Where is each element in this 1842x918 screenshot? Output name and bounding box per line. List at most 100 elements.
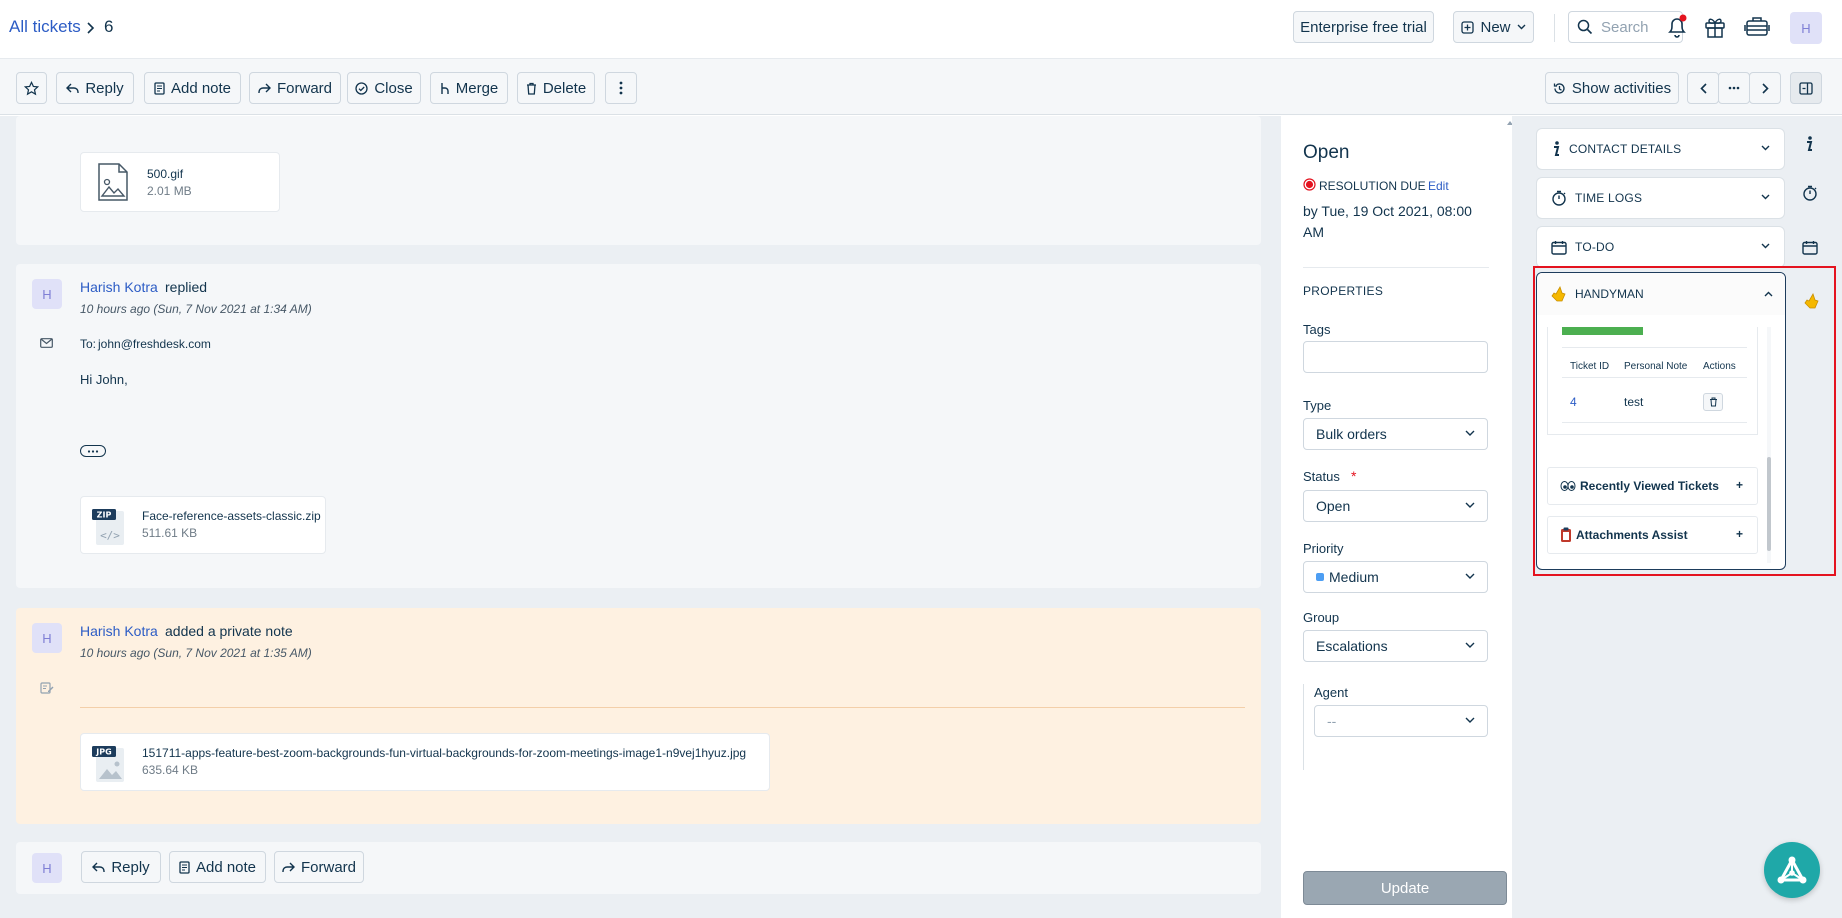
email-icon: [40, 338, 53, 348]
bottom-add-note-button[interactable]: Add note: [169, 851, 266, 883]
apps-marketplace-icon[interactable]: [1744, 15, 1770, 39]
author-name[interactable]: Harish Kotra: [80, 623, 158, 639]
message-action: added a private note: [165, 623, 293, 639]
new-button[interactable]: New: [1453, 11, 1534, 43]
chevron-down-icon: [1465, 717, 1475, 723]
trash-icon: [526, 82, 536, 95]
svg-text:</>: </>: [100, 529, 120, 542]
type-select[interactable]: Bulk orders: [1303, 418, 1488, 450]
breadcrumb-all-tickets[interactable]: All tickets: [9, 17, 81, 37]
overdue-indicator-icon: [1303, 178, 1316, 191]
calendar-icon: [1551, 240, 1567, 255]
delete-button[interactable]: Delete: [517, 72, 595, 104]
info-icon[interactable]: [1804, 136, 1814, 152]
chevron-down-icon: [1761, 145, 1770, 151]
status-select[interactable]: Open: [1303, 490, 1488, 522]
attachments-assist-app[interactable]: Attachments Assist +: [1547, 516, 1758, 554]
row-ticket-id[interactable]: 4: [1570, 395, 1577, 409]
star-button[interactable]: [16, 72, 47, 104]
freddy-assist-button[interactable]: [1764, 842, 1820, 898]
group-label: Group: [1303, 610, 1340, 625]
hand-pointer-icon[interactable]: [1802, 292, 1820, 310]
reply-action-bar: H Reply Add note Forward: [16, 842, 1261, 894]
chevron-right-icon: [87, 22, 95, 34]
more-actions-button[interactable]: [605, 72, 637, 104]
previous-message-card: 500.gif 2.01 MB: [16, 116, 1261, 245]
author-avatar: H: [32, 279, 62, 309]
handyman-green-bar: [1562, 327, 1643, 335]
network-nodes-icon: [1777, 856, 1807, 884]
search-icon: [1577, 19, 1593, 35]
delete-row-button[interactable]: [1703, 393, 1723, 411]
chevron-left-icon: [1699, 82, 1707, 94]
reply-button[interactable]: Reply: [56, 72, 134, 104]
top-header: All tickets 6 Enterprise free trial New …: [0, 0, 1842, 59]
handyman-scroll-thumb[interactable]: [1767, 457, 1771, 551]
priority-label: Priority: [1303, 541, 1344, 556]
bottom-forward-button[interactable]: Forward: [274, 851, 364, 883]
user-avatar[interactable]: H: [1790, 12, 1822, 44]
private-note-card: H Harish Kotra added a private note 10 h…: [16, 608, 1261, 824]
message-body: Hi John,: [80, 372, 128, 387]
agent-field-rule: [1303, 684, 1304, 770]
reply-message-card: H Harish Kotra replied 10 hours ago (Sun…: [16, 264, 1261, 588]
recently-viewed-tickets-app[interactable]: Recently Viewed Tickets +: [1547, 467, 1758, 505]
calendar-icon[interactable]: [1802, 240, 1818, 255]
ticket-toolbar: Reply Add note Forward Close Merge Delet…: [0, 59, 1842, 115]
ticket-list-button[interactable]: [1718, 72, 1750, 104]
contact-details-app[interactable]: CONTACT DETAILS: [1536, 128, 1785, 170]
stopwatch-icon[interactable]: [1802, 185, 1818, 201]
edit-due-link[interactable]: Edit: [1428, 179, 1449, 193]
handyman-scrollbar[interactable]: [1767, 327, 1771, 563]
update-button[interactable]: Update: [1303, 871, 1507, 905]
add-note-button[interactable]: Add note: [144, 72, 241, 104]
svg-text:ZIP: ZIP: [97, 511, 112, 520]
to-label: To:: [80, 337, 97, 351]
required-asterisk: *: [1351, 468, 1357, 484]
show-activities-button[interactable]: Show activities: [1545, 72, 1679, 104]
previous-ticket-button[interactable]: [1687, 72, 1719, 104]
note-divider: [80, 707, 1245, 708]
enterprise-trial-button[interactable]: Enterprise free trial: [1293, 11, 1434, 43]
type-label: Type: [1303, 398, 1332, 413]
eyes-icon: [1560, 481, 1576, 491]
forward-icon: [258, 83, 271, 93]
note-edit-icon: [40, 682, 54, 694]
bell-icon[interactable]: [1666, 14, 1688, 40]
properties-divider: [1303, 267, 1489, 268]
bottom-reply-button[interactable]: Reply: [81, 851, 161, 883]
todo-app[interactable]: TO-DO: [1536, 226, 1785, 268]
horizontal-dots-icon: [1728, 86, 1740, 90]
gift-icon[interactable]: [1704, 15, 1726, 39]
handyman-app: HANDYMAN Ticket ID Personal Note Actions…: [1536, 272, 1786, 570]
merge-button[interactable]: Merge: [430, 72, 508, 104]
col-ticket-id: Ticket ID: [1570, 361, 1610, 372]
table-header-rule: [1562, 377, 1747, 378]
chevron-down-icon: [1517, 24, 1525, 30]
message-timestamp: 10 hours ago (Sun, 7 Nov 2021 at 1:35 AM…: [80, 646, 312, 660]
clipboard-icon: [1561, 527, 1571, 542]
ellipsis-icon: [87, 449, 99, 453]
close-ticket-button[interactable]: Close: [347, 72, 421, 104]
attachment-zip[interactable]: ZIP </> Face-reference-assets-classic.zip…: [80, 496, 326, 554]
handyman-header[interactable]: HANDYMAN: [1537, 273, 1785, 315]
image-file-icon: [98, 163, 128, 201]
chevron-down-icon: [1465, 642, 1475, 648]
group-select[interactable]: Escalations: [1303, 630, 1488, 662]
tags-input[interactable]: [1303, 341, 1488, 373]
conversation-pane: 500.gif 2.01 MB H Harish Kotra replied 1…: [0, 116, 1280, 918]
attachment-500-gif[interactable]: 500.gif 2.01 MB: [80, 152, 280, 212]
time-logs-app[interactable]: TIME LOGS: [1536, 177, 1785, 219]
priority-select[interactable]: Medium: [1303, 561, 1488, 593]
show-quoted-text-button[interactable]: [80, 445, 106, 457]
jpg-file-icon: JPG: [92, 746, 124, 782]
handyman-table-frame: Ticket ID Personal Note Actions 4 test: [1547, 327, 1758, 435]
attachment-jpg[interactable]: JPG 151711-apps-feature-best-zoom-backgr…: [80, 733, 770, 791]
agent-select[interactable]: --: [1314, 705, 1488, 737]
chevron-down-icon: [1465, 430, 1475, 436]
toggle-sidebar-button[interactable]: [1790, 72, 1822, 104]
forward-button[interactable]: Forward: [249, 72, 341, 104]
author-name[interactable]: Harish Kotra: [80, 279, 158, 295]
resolution-due-label: RESOLUTION DUE: [1319, 179, 1426, 193]
next-ticket-button[interactable]: [1749, 72, 1781, 104]
